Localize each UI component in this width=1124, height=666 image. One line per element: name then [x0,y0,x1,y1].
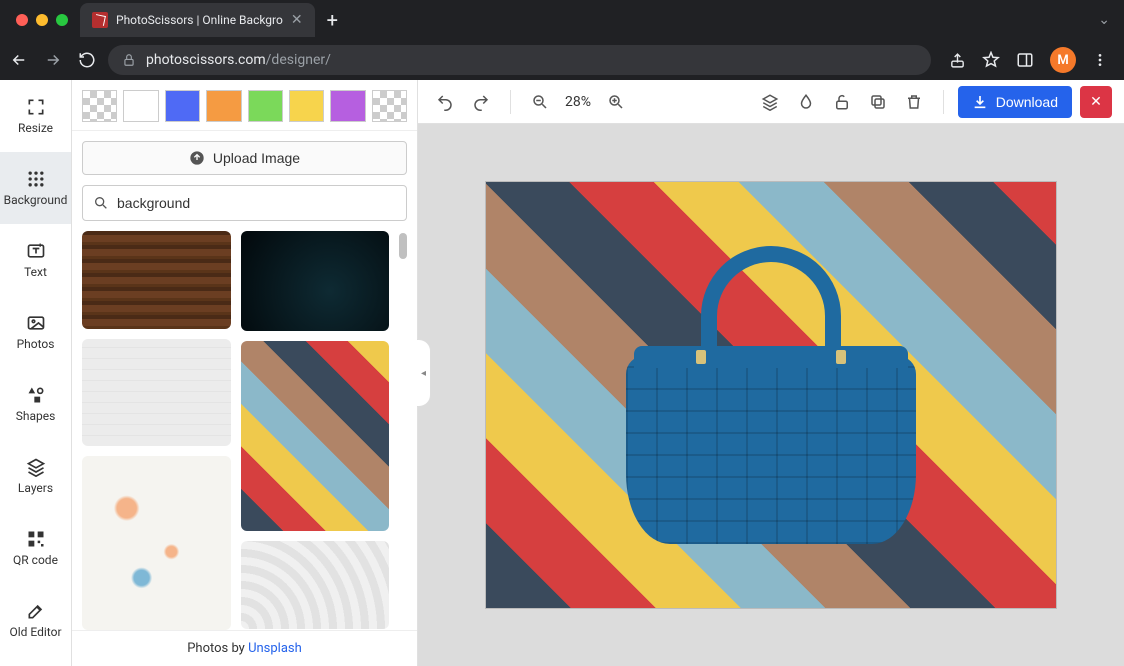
swatch-blue[interactable] [165,90,200,122]
rail-label: QR code [13,553,58,567]
qrcode-icon [26,529,46,549]
back-icon[interactable] [10,51,28,69]
new-tab-button[interactable]: + [315,8,350,32]
tabs-chevron-icon[interactable]: ⌄ [1098,12,1116,28]
redo-button[interactable] [466,87,496,117]
browser-tab[interactable]: PhotoScissors | Online Backgro ✕ [80,3,315,37]
delete-button[interactable] [899,87,929,117]
bg-thumb-wood[interactable] [82,231,231,329]
app: Resize Background Text Photos Shapes Lay… [0,80,1124,666]
rail-background[interactable]: Background [0,152,71,224]
panel-collapse-handle[interactable]: ◂ [417,339,431,407]
background-thumbs [72,231,417,630]
close-button[interactable]: ✕ [1080,86,1112,118]
close-window[interactable] [16,14,28,26]
lock-icon [122,53,136,67]
layers-icon [26,457,46,477]
canvas[interactable] [486,182,1056,608]
bg-thumb-dark-sky[interactable] [241,231,390,331]
unlock-button[interactable] [827,87,857,117]
bookmark-icon[interactable] [982,51,1000,69]
swatch-purple[interactable] [330,90,365,122]
kebab-icon[interactable] [1092,52,1108,68]
undo-button[interactable] [430,87,460,117]
forward-icon[interactable] [44,51,62,69]
window-controls [8,14,80,26]
swatch-transparent[interactable] [82,90,117,122]
grid-icon [26,169,46,189]
search-input[interactable] [117,195,396,211]
rail-text[interactable]: Text [0,224,71,296]
zoom-percent: 28% [561,94,595,110]
rail-label: Background [4,193,68,207]
maximize-window[interactable] [56,14,68,26]
browser-chrome: PhotoScissors | Online Backgro ✕ + ⌄ pho… [0,0,1124,80]
swatch-orange[interactable] [206,90,241,122]
rail-shapes[interactable]: Shapes [0,368,71,440]
color-swatches [72,80,417,131]
shapes-icon [26,385,46,405]
thumbs-scrollbar[interactable] [399,231,407,630]
canvas-toolbar: 28% Download ✕ [418,80,1124,124]
reload-icon[interactable] [78,51,96,69]
rail-qrcode[interactable]: QR code [0,512,71,584]
swatch-green[interactable] [248,90,283,122]
favicon [92,12,108,28]
search-field[interactable] [82,185,407,221]
rail-layers[interactable]: Layers [0,440,71,512]
opacity-button[interactable] [791,87,821,117]
canvas-background[interactable] [418,124,1124,666]
upload-icon [189,150,205,166]
canvas-area: 28% Download ✕ [418,80,1124,666]
tab-title: PhotoScissors | Online Backgro [116,13,283,27]
left-rail: Resize Background Text Photos Shapes Lay… [0,80,72,666]
bg-thumb-waves[interactable] [241,541,390,629]
bg-thumb-diagonal-planks[interactable] [241,341,390,531]
download-icon [972,94,988,110]
layers-button[interactable] [755,87,785,117]
rail-old-editor[interactable]: Old Editor [0,584,71,656]
text-icon [26,241,46,261]
background-panel: Upload Image Photos by Unsplash ◂ [72,80,418,666]
search-icon [93,195,109,211]
rail-label: Layers [18,481,53,495]
avatar[interactable]: M [1050,47,1076,73]
share-icon[interactable] [949,52,966,69]
upload-label: Upload Image [213,150,300,166]
zoom-out-button[interactable] [525,87,555,117]
resize-icon [26,97,46,117]
address-bar[interactable]: photoscissors.com/designer/ [108,45,931,75]
bg-thumb-abstract-paint[interactable] [82,456,231,630]
zoom-in-button[interactable] [601,87,631,117]
swatch-transparent-2[interactable] [372,90,407,122]
edit-icon [26,601,46,621]
rail-label: Text [24,265,47,279]
swatch-white[interactable] [123,90,158,122]
upload-image-button[interactable]: Upload Image [82,141,407,175]
swatch-yellow[interactable] [289,90,324,122]
download-label: Download [996,94,1058,110]
rail-label: Shapes [16,409,56,423]
close-tab-icon[interactable]: ✕ [291,12,303,28]
download-button[interactable]: Download [958,86,1072,118]
unsplash-link[interactable]: Unsplash [248,641,302,656]
bg-thumb-white-brick[interactable] [82,339,231,446]
rail-photos[interactable]: Photos [0,296,71,368]
photo-credits: Photos by Unsplash [72,630,417,666]
rail-label: Photos [17,337,55,351]
rail-resize[interactable]: Resize [0,80,71,152]
duplicate-button[interactable] [863,87,893,117]
rail-label: Resize [18,121,53,135]
minimize-window[interactable] [36,14,48,26]
url-text: photoscissors.com/designer/ [146,52,331,68]
panel-icon[interactable] [1016,51,1034,69]
photo-icon [26,313,46,333]
rail-label: Old Editor [9,625,61,639]
subject-handbag[interactable] [626,246,916,544]
